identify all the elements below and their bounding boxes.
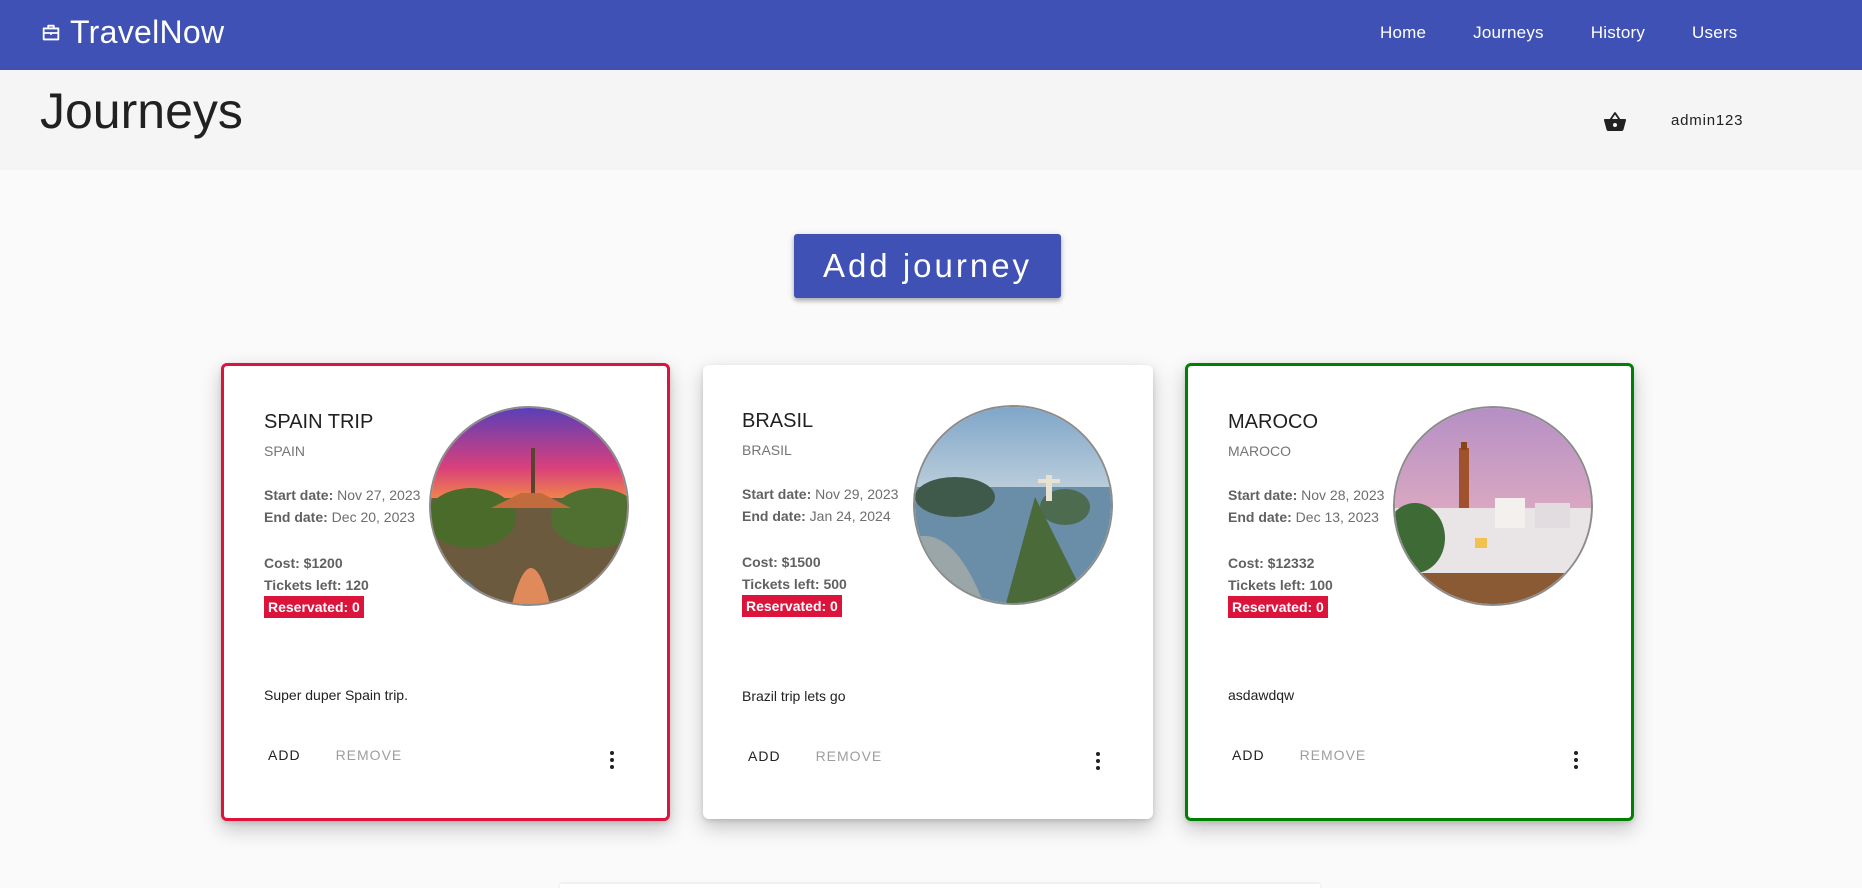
remove-button[interactable]: REMOVE — [1294, 747, 1367, 763]
start-date-label: Start date: — [264, 487, 334, 503]
remove-button[interactable]: REMOVE — [810, 748, 883, 764]
card-description: Brazil trip lets go — [742, 688, 846, 704]
more-vert-icon[interactable] — [1096, 752, 1100, 770]
card-description: asdawdqw — [1228, 687, 1295, 703]
more-vert-icon[interactable] — [1574, 751, 1578, 769]
nav-users[interactable]: Users — [1692, 23, 1737, 43]
end-date: Dec 13, 2023 — [1295, 509, 1379, 525]
journey-photo — [429, 406, 629, 606]
end-date-label: End date: — [742, 508, 806, 524]
start-date: Nov 29, 2023 — [815, 486, 899, 502]
nav-home[interactable]: Home — [1380, 23, 1426, 43]
reserved-badge: Reservated: 0 — [1228, 596, 1328, 618]
tickets-label: Tickets left: — [742, 576, 820, 592]
tickets-value: 500 — [823, 576, 847, 592]
reserved-badge: Reservated: 0 — [264, 596, 364, 618]
journey-card: MAROCO MAROCO Start date: Nov 28, 2023 E… — [1185, 363, 1634, 821]
card-actions: ADD REMOVE — [262, 747, 431, 763]
tickets-label: Tickets left: — [1228, 577, 1306, 593]
nav-history[interactable]: History — [1591, 23, 1645, 43]
cost-value: $12332 — [1267, 555, 1315, 571]
tickets-label: Tickets left: — [264, 577, 342, 593]
journey-card: BRASIL BRASIL Start date: Nov 29, 2023 E… — [703, 365, 1153, 819]
next-card-row — [560, 884, 1320, 888]
add-button[interactable]: ADD — [742, 748, 781, 764]
start-date: Nov 27, 2023 — [337, 487, 421, 503]
card-actions: ADD REMOVE — [742, 748, 911, 764]
card-actions: ADD REMOVE — [1226, 747, 1395, 763]
cost-value: $1500 — [781, 554, 821, 570]
cost-label: Cost: — [264, 555, 300, 571]
journey-card: SPAIN TRIP SPAIN Start date: Nov 27, 202… — [221, 363, 670, 821]
cost-value: $1200 — [303, 555, 343, 571]
cost-label: Cost: — [742, 554, 778, 570]
end-date-label: End date: — [264, 509, 328, 525]
card-description: Super duper Spain trip. — [264, 687, 408, 703]
app-toolbar: TravelNow Home Journeys History Users — [0, 0, 1862, 70]
journey-photo — [1393, 406, 1593, 606]
start-date: Nov 28, 2023 — [1301, 487, 1385, 503]
end-date: Dec 20, 2023 — [331, 509, 415, 525]
start-date-label: Start date: — [742, 486, 812, 502]
start-date-label: Start date: — [1228, 487, 1298, 503]
journey-photo — [913, 405, 1113, 605]
page-header: Journeys admin123 — [0, 70, 1862, 170]
brand[interactable]: TravelNow — [40, 14, 224, 51]
tickets-value: 100 — [1309, 577, 1333, 593]
end-date: Jan 24, 2024 — [809, 508, 891, 524]
reserved-badge: Reservated: 0 — [742, 595, 842, 617]
brand-title: TravelNow — [70, 14, 225, 50]
main-nav: Home Journeys History Users — [1380, 23, 1784, 43]
page-title: Journeys — [40, 83, 243, 139]
add-button[interactable]: ADD — [262, 747, 301, 763]
user-name[interactable]: admin123 — [1671, 112, 1743, 129]
cost-label: Cost: — [1228, 555, 1264, 571]
basket-icon[interactable] — [1603, 110, 1627, 134]
add-journey-button[interactable]: Add journey — [794, 234, 1061, 298]
briefcase-icon — [42, 24, 60, 40]
tickets-value: 120 — [345, 577, 369, 593]
end-date-label: End date: — [1228, 509, 1292, 525]
nav-journeys[interactable]: Journeys — [1473, 23, 1544, 43]
add-button[interactable]: ADD — [1226, 747, 1265, 763]
more-vert-icon[interactable] — [610, 751, 614, 769]
remove-button[interactable]: REMOVE — [330, 747, 403, 763]
